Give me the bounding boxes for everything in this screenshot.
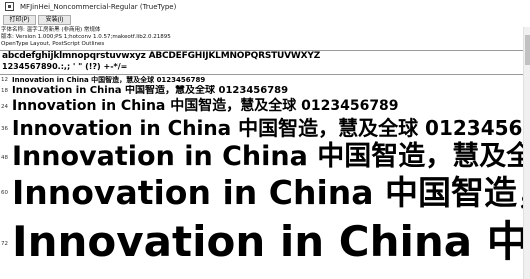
print-button[interactable]: 打印(P) xyxy=(3,15,36,25)
toolbar: 打印(P) 安装(I) xyxy=(0,14,530,27)
sample-row-18: 18 Innovation in China 中国智造，慧及全球 0123456… xyxy=(0,85,530,97)
sample-row-60: 60 Innovation in China 中国智造，慧及全球 0123456… xyxy=(0,173,530,213)
sample-text: Innovation in China 中国智造，慧及全球 0123456789 xyxy=(12,76,206,84)
font-outline-info: OpenType Layout, PostScript Outlines xyxy=(1,41,105,47)
size-label: 18 xyxy=(1,88,8,94)
font-version-info: 版本: Version 1.000;PS 1;hotconv 1.0.57;ma… xyxy=(1,34,171,40)
size-label: 72 xyxy=(1,241,8,247)
sample-text: Innovation in China 中国智造，慧及全球 0123456789 xyxy=(12,98,399,114)
size-label: 60 xyxy=(1,190,8,196)
size-label: 48 xyxy=(1,155,8,161)
size-label: 24 xyxy=(1,104,8,110)
sample-row-72: 72 Innovation in China 中国智造，慧及全球 0123456… xyxy=(0,213,530,279)
charset-digits: 1234567890.:,; ' " (!?) +-*/= xyxy=(2,62,128,71)
sample-text: Innovation in China 中国智造，慧及全球 0123456789 xyxy=(12,173,530,212)
vertical-scrollbar[interactable] xyxy=(523,27,530,279)
sample-text: Innovation in China 中国智造，慧及全球 0123456789 xyxy=(12,141,530,172)
size-label: 12 xyxy=(1,77,8,83)
font-name-info: 字体名称: 温字工房新黑 (非商用) 常规体 xyxy=(1,27,101,33)
sample-row-36: 36 Innovation in China 中国智造，慧及全球 0123456… xyxy=(0,116,530,141)
sample-row-24: 24 Innovation in China 中国智造，慧及全球 0123456… xyxy=(0,97,530,116)
size-label: 36 xyxy=(1,126,8,132)
scrollbar-thumb[interactable] xyxy=(525,35,530,65)
window-title: MFJinHei_Noncommercial-Regular (TrueType… xyxy=(20,3,177,11)
sample-row-48: 48 Innovation in China 中国智造，慧及全球 0123456… xyxy=(0,141,530,173)
sample-text: Innovation in China 中国智造，慧及全球 0123456789 xyxy=(12,85,289,96)
sample-row-12: 12 Innovation in China 中国智造，慧及全球 0123456… xyxy=(0,75,530,85)
sample-text: Innovation in China 中国智造，慧及全球 0123456789 xyxy=(12,116,530,140)
title-bar: MFJinHei_Noncommercial-Regular (TrueType… xyxy=(0,0,530,14)
sample-text: Innovation in China 中国智造，慧及全球 0123456789 xyxy=(12,217,530,266)
font-file-icon xyxy=(5,2,14,11)
charset-letters: abcdefghijklmnopqrstuvwxyz ABCDEFGHIJKLM… xyxy=(2,51,321,61)
install-button[interactable]: 安装(I) xyxy=(38,15,71,25)
